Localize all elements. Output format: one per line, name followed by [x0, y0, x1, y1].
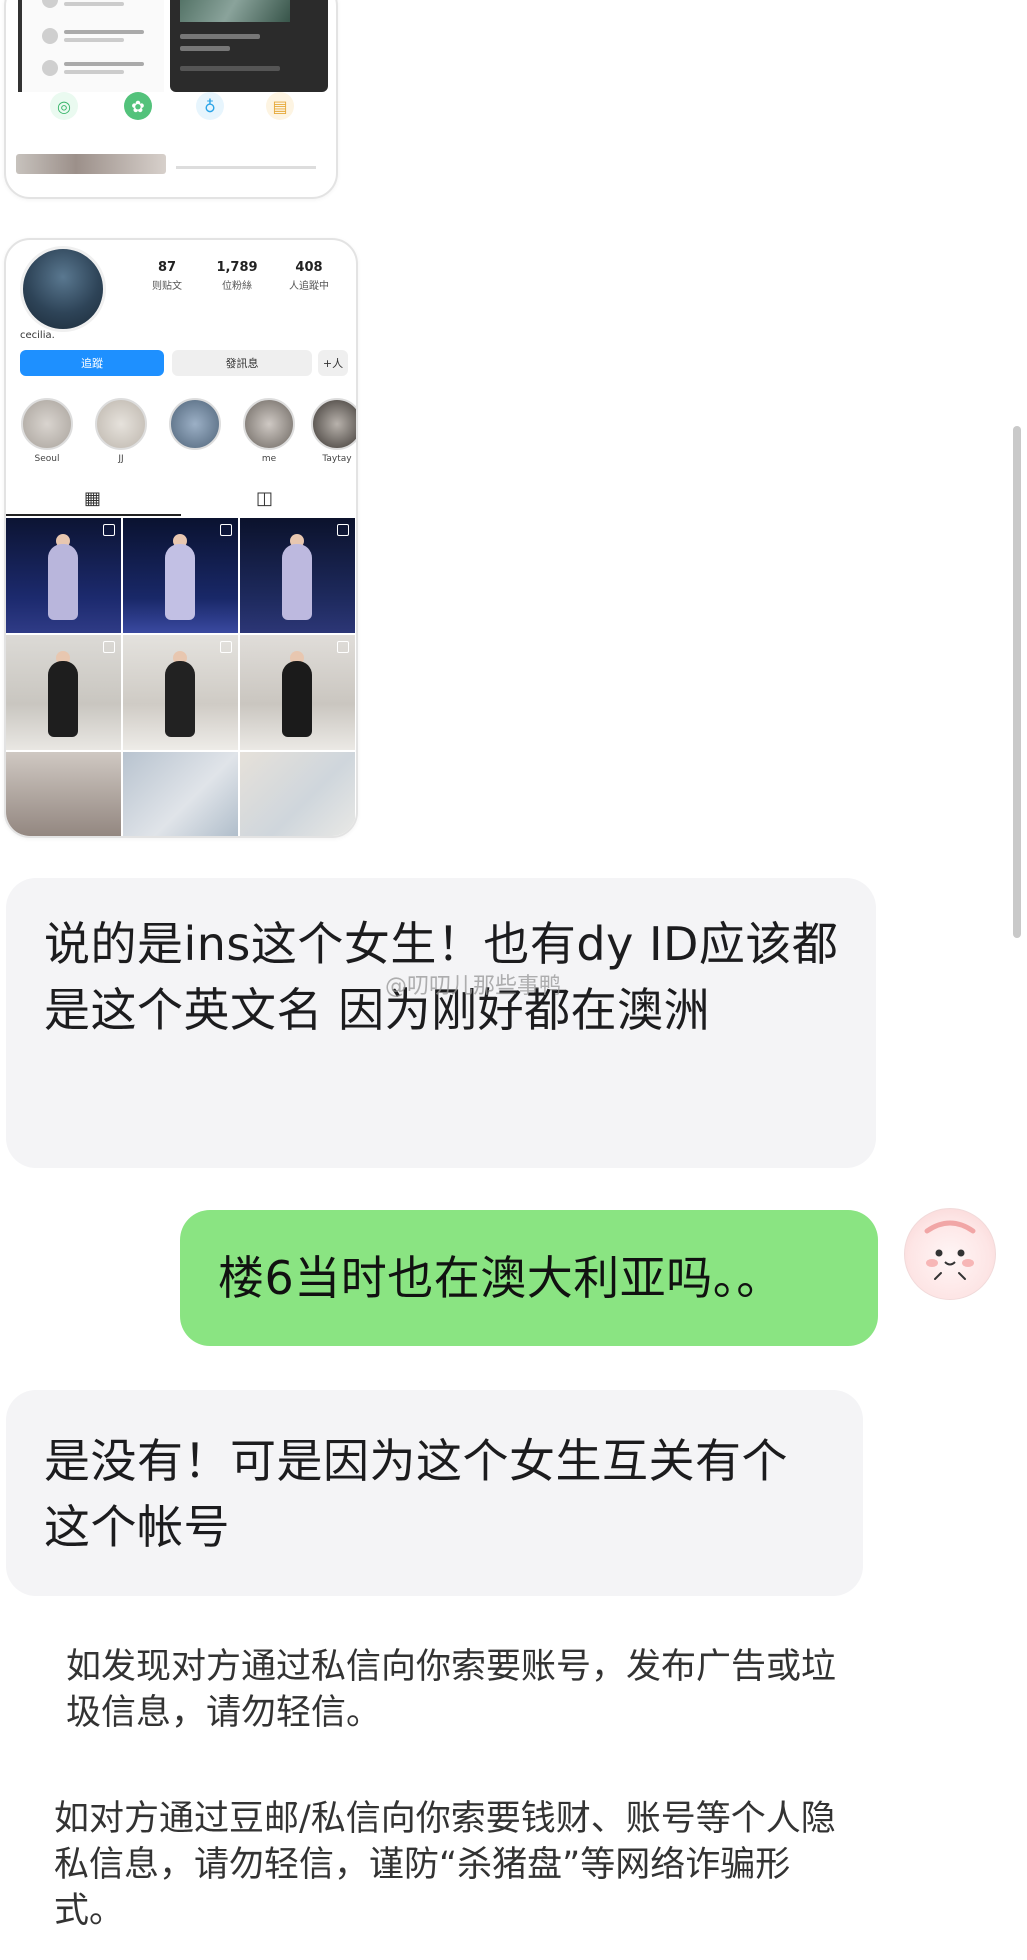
stat-label: 则贴文: [152, 281, 182, 292]
list-item: [42, 0, 162, 12]
moments-icon: ✿: [124, 92, 152, 120]
post-thumbnail[interactable]: [123, 635, 238, 750]
stat-value: 87: [157, 260, 177, 275]
post-thumbnail[interactable]: [240, 635, 355, 750]
highlight-label: Seoul: [34, 454, 60, 464]
shared-screenshot-top[interactable]: ◎ ✿ ♁ ▤: [4, 0, 338, 199]
stat-label: 位粉絲: [222, 281, 252, 292]
safety-notice: 如发现对方通过私信向你索要账号，发布广告或垃圾信息，请勿轻信。: [66, 1647, 837, 1733]
post-thumbnail[interactable]: [240, 518, 355, 633]
grid-icon[interactable]: ▦: [84, 488, 101, 509]
stat-followers: 1,789 位粉絲: [202, 260, 272, 292]
stat-posts: 87 则贴文: [132, 260, 202, 292]
stat-label: 人追蹤中: [289, 281, 329, 292]
story-highlight[interactable]: JJ: [94, 398, 148, 464]
message-bubble-incoming[interactable]: 是没有！可是因为这个女生互关有个这个帐号: [6, 1390, 863, 1596]
message-text: 是没有！可是因为这个女生互关有个这个帐号: [44, 1434, 788, 1554]
note-icon: ▤: [266, 92, 294, 120]
divider: [176, 166, 316, 169]
message-button[interactable]: 發訊息: [172, 350, 312, 376]
qq-icon: ♁: [196, 92, 224, 120]
post-thumbnail[interactable]: [6, 752, 121, 836]
post-thumbnail[interactable]: [123, 518, 238, 633]
stat-following: 408 人追蹤中: [274, 260, 344, 292]
add-person-button[interactable]: +人: [318, 350, 348, 376]
post-thumbnail[interactable]: [6, 518, 121, 633]
highlight-label: Taytay: [322, 454, 352, 464]
message-bubble-incoming[interactable]: 说的是ins这个女生！也有dy ID应该都是这个英文名 因为刚好都在澳洲: [6, 878, 876, 1168]
list-item: [42, 26, 162, 48]
story-highlight[interactable]: [168, 398, 222, 454]
tagged-icon[interactable]: ◫: [256, 488, 273, 509]
screenshot-image-strip: [16, 154, 166, 174]
post-thumbnail[interactable]: [6, 635, 121, 750]
watermark: @叨叨儿那些事鸭: [385, 974, 562, 999]
post-thumbnail[interactable]: [123, 752, 238, 836]
story-highlight[interactable]: me: [242, 398, 296, 464]
list-item: [42, 58, 162, 80]
stat-value: 408: [295, 260, 323, 275]
follow-button[interactable]: 追蹤: [20, 350, 164, 376]
shared-screenshot-profile[interactable]: 87 则贴文 1,789 位粉絲 408 人追蹤中 cecilia. 追蹤 發訊…: [4, 238, 358, 838]
active-tab-indicator: [6, 514, 181, 516]
safety-notice: 如对方通过豆邮/私信向你索要钱财、账号等个人隐私信息，请勿轻信，谨防“杀猪盘”等…: [54, 1799, 836, 1931]
avatar[interactable]: [904, 1208, 996, 1300]
stat-value: 1,789: [216, 260, 258, 275]
post-thumbnail[interactable]: [240, 752, 355, 836]
profile-tabs: ▦ ◫: [6, 486, 356, 514]
screenshot-chat-list: [18, 0, 164, 92]
avatar: [20, 246, 106, 332]
scrollbar[interactable]: [1013, 426, 1021, 938]
story-highlight[interactable]: Taytay: [310, 398, 356, 464]
cartoon-face-icon: [924, 1220, 976, 1280]
profile-username: cecilia.: [20, 330, 55, 341]
highlight-label: me: [261, 454, 277, 464]
highlight-label: JJ: [118, 454, 124, 464]
message-bubble-outgoing[interactable]: 楼6当时也在澳大利亚吗。。: [180, 1210, 878, 1346]
story-highlight[interactable]: Seoul: [20, 398, 74, 464]
message-text: 楼6当时也在澳大利亚吗。。: [218, 1251, 783, 1305]
screenshot-map-panel: [170, 0, 328, 92]
wechat-icon: ◎: [50, 92, 78, 120]
